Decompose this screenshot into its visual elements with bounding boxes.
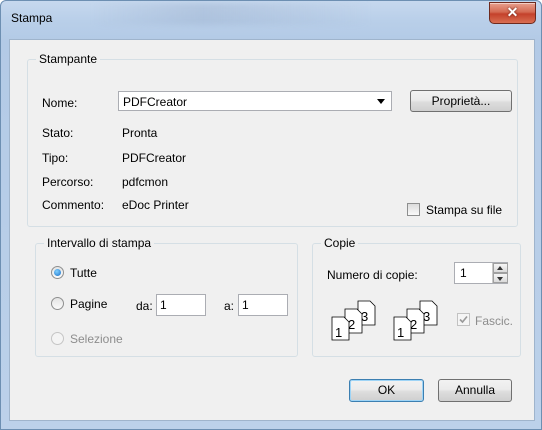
decrement-button[interactable] xyxy=(493,273,508,283)
pages-label[interactable]: Pagine xyxy=(70,297,107,311)
increment-button[interactable] xyxy=(493,263,508,273)
selection-label[interactable]: Selezione xyxy=(70,332,123,346)
to-page-value: 1 xyxy=(242,298,249,312)
comment-value: eDoc Printer xyxy=(122,198,189,212)
collate-checkbox[interactable] xyxy=(457,313,470,326)
all-pages-label[interactable]: Tutte xyxy=(70,266,97,280)
copies-count-stepper[interactable]: 1 xyxy=(454,262,508,284)
close-button[interactable]: ✕ xyxy=(489,2,536,24)
selection-radio[interactable] xyxy=(51,332,64,345)
path-label: Percorso: xyxy=(42,175,94,189)
to-label: a: xyxy=(224,299,235,313)
ok-button[interactable]: OK xyxy=(349,379,424,402)
dialog-client-area: Stampante Nome: PDFCreator Proprietà... … xyxy=(9,39,535,421)
all-pages-radio[interactable] xyxy=(51,266,64,279)
checkmark-icon xyxy=(459,315,468,324)
window-title: Stampa xyxy=(11,11,53,25)
collate-pages-icon: 3 2 1 xyxy=(393,300,438,341)
from-label: da: xyxy=(136,299,153,313)
status-label: Stato: xyxy=(42,126,74,140)
copies-count-label: Numero di copie: xyxy=(327,268,418,282)
print-range-group-title: Intervallo di stampa xyxy=(44,236,155,250)
path-value: pdfcmon xyxy=(122,175,169,189)
cancel-button[interactable]: Annulla xyxy=(438,379,512,402)
titlebar-decoration xyxy=(91,3,371,25)
type-label: Tipo: xyxy=(42,151,69,165)
copies-group-title: Copie xyxy=(321,236,359,250)
copies-spinner[interactable] xyxy=(492,263,508,283)
printer-name-value: PDFCreator xyxy=(123,95,188,109)
to-page-input[interactable]: 1 xyxy=(238,294,288,316)
collate-page-1: 1 xyxy=(335,325,342,340)
from-page-input[interactable]: 1 xyxy=(156,294,206,316)
copies-count-value: 1 xyxy=(460,266,467,280)
comment-label: Commento: xyxy=(42,198,105,212)
collate-label[interactable]: Fascic. xyxy=(475,314,513,328)
from-page-value: 1 xyxy=(160,298,167,312)
printer-group-title: Stampante xyxy=(36,52,101,66)
type-value: PDFCreator xyxy=(122,151,187,165)
arrow-up-icon xyxy=(497,266,503,270)
collate-page-1: 1 xyxy=(397,325,404,340)
arrow-down-icon xyxy=(497,277,503,281)
chevron-down-icon xyxy=(377,99,385,104)
properties-button[interactable]: Proprietà... xyxy=(410,90,512,112)
radio-selected-dot xyxy=(54,269,61,276)
printer-name-label: Nome: xyxy=(42,96,78,110)
collate-pages-icon: 3 2 1 xyxy=(331,300,376,341)
print-dialog-window: Stampa ✕ Stampante Nome: PDFCreator Prop… xyxy=(0,0,542,430)
status-value: Pronta xyxy=(122,126,158,140)
close-icon: ✕ xyxy=(506,4,519,20)
print-to-file-checkbox[interactable] xyxy=(407,203,420,216)
print-to-file-label[interactable]: Stampa su file xyxy=(426,203,502,217)
printer-name-select[interactable]: PDFCreator xyxy=(118,91,392,111)
pages-radio[interactable] xyxy=(51,297,64,310)
